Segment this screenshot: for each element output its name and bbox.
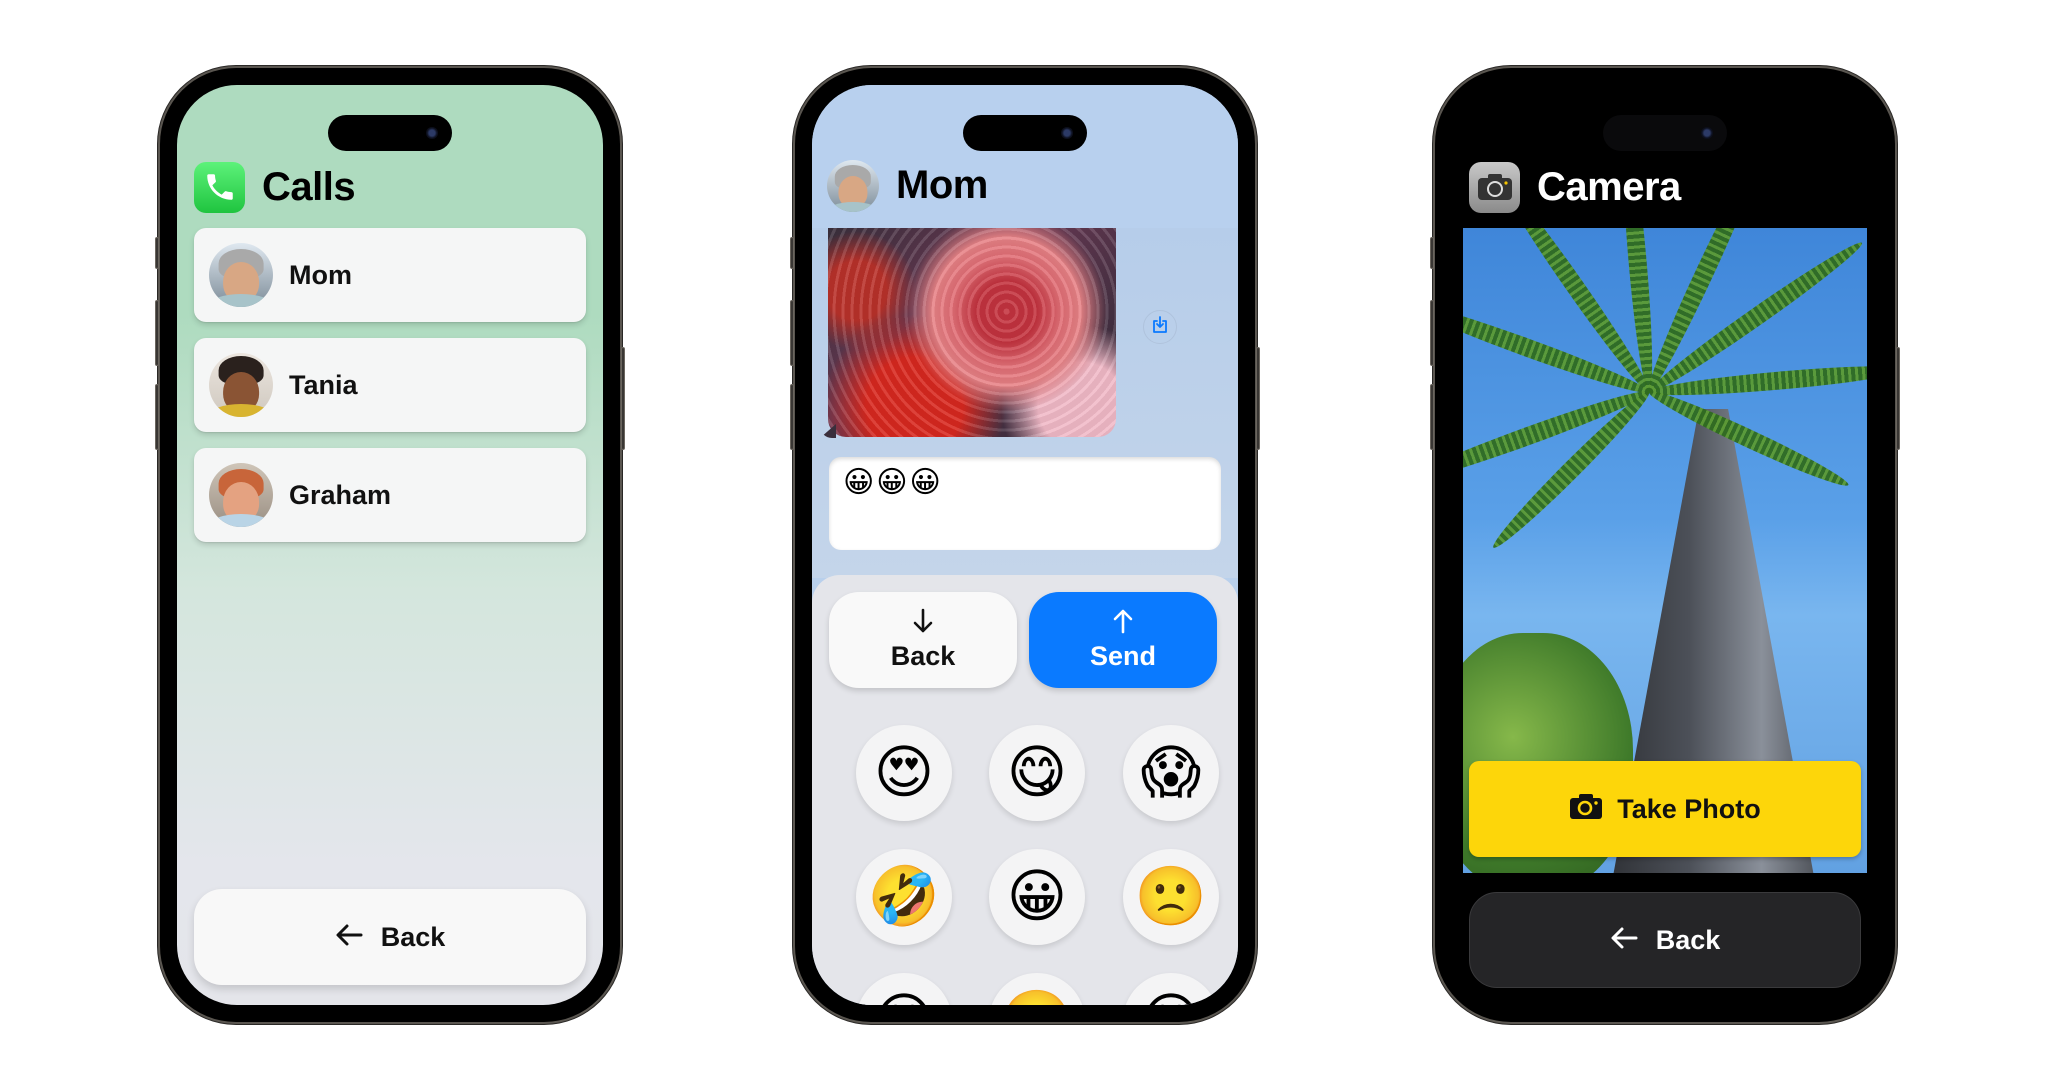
back-label: Back bbox=[890, 641, 956, 671]
calls-header: Calls bbox=[194, 161, 356, 213]
action-button bbox=[155, 237, 159, 269]
palm-frond bbox=[1645, 383, 1853, 493]
volume-up-button bbox=[155, 300, 159, 366]
phone-icon bbox=[194, 161, 245, 213]
front-camera-lens bbox=[1701, 127, 1713, 139]
emoji-key-row3-2[interactable]: 🙂 bbox=[989, 973, 1085, 1005]
volume-up-button bbox=[1430, 300, 1434, 366]
message-input[interactable]: 😀😀😀 bbox=[829, 457, 1221, 550]
contact-item-mom[interactable]: Mom bbox=[194, 228, 586, 322]
emoji-key-grinning[interactable]: 😀 bbox=[989, 849, 1085, 945]
power-button bbox=[1256, 347, 1260, 450]
emoji-key-frowning[interactable]: 🙁 bbox=[1123, 849, 1219, 945]
arrow-down-icon bbox=[913, 608, 933, 639]
contact-name: Mom bbox=[289, 259, 352, 290]
emoji-keyboard: Back Send 😍 😋 😱 🤣 😀 🙁 😁 🙂 😊 bbox=[812, 575, 1238, 1005]
back-label: Back bbox=[380, 921, 446, 952]
camera-header: Camera bbox=[1469, 161, 1681, 213]
contact-item-tania[interactable]: Tania bbox=[194, 338, 586, 432]
page-title: Calls bbox=[262, 164, 356, 209]
messages-screen: Mom 😀😀😀 Back Send 😍 😋 😱 🤣 😀 🙁 bbox=[812, 85, 1238, 1005]
volume-up-button bbox=[790, 300, 794, 366]
emoji-key-scream[interactable]: 😱 bbox=[1123, 725, 1219, 821]
save-to-photos-icon bbox=[1152, 315, 1168, 339]
volume-down-button bbox=[155, 384, 159, 450]
conversation-title: Mom bbox=[896, 163, 988, 207]
avatar-tania bbox=[209, 353, 273, 417]
take-photo-label: Take Photo bbox=[1617, 793, 1761, 824]
avatar-mom bbox=[209, 243, 273, 307]
arrow-up-icon bbox=[1113, 608, 1133, 639]
camera-screen: Camera Take Photo Back bbox=[1452, 85, 1878, 1005]
back-button[interactable]: Back bbox=[1469, 892, 1861, 988]
conversation-header: Mom bbox=[812, 85, 1238, 228]
emoji-key-rofl[interactable]: 🤣 bbox=[856, 849, 952, 945]
camera-icon bbox=[1469, 161, 1520, 213]
emoji-key-yum[interactable]: 😋 bbox=[989, 725, 1085, 821]
flower-bouquet-photo[interactable] bbox=[828, 228, 1116, 437]
calls-screen: Calls Mom Tania Graham Back bbox=[177, 85, 603, 1005]
dynamic-island bbox=[328, 115, 452, 151]
dynamic-island bbox=[963, 115, 1087, 151]
action-button bbox=[1430, 237, 1434, 269]
contact-name: Tania bbox=[289, 369, 358, 400]
volume-down-button bbox=[1430, 384, 1434, 450]
avatar-graham bbox=[209, 463, 273, 527]
back-button[interactable]: Back bbox=[829, 592, 1017, 688]
power-button bbox=[621, 347, 625, 450]
volume-down-button bbox=[790, 384, 794, 450]
emoji-key-heart-eyes[interactable]: 😍 bbox=[856, 725, 952, 821]
avatar-mom[interactable] bbox=[827, 160, 879, 212]
arrow-left-icon bbox=[335, 923, 363, 952]
send-label: Send bbox=[1089, 641, 1156, 671]
contact-name: Graham bbox=[289, 479, 392, 510]
back-button[interactable]: Back bbox=[194, 889, 586, 985]
phone-messages: Mom 😀😀😀 Back Send 😍 😋 😱 🤣 😀 🙁 bbox=[790, 68, 1260, 1022]
emoji-key-row3-1[interactable]: 😁 bbox=[856, 973, 952, 1005]
front-camera-lens bbox=[426, 127, 438, 139]
contact-list: Mom Tania Graham bbox=[194, 228, 586, 558]
save-to-photos-button[interactable] bbox=[1143, 310, 1177, 344]
back-label: Back bbox=[1655, 924, 1721, 955]
emoji-key-row3-3[interactable]: 😊 bbox=[1123, 973, 1219, 1005]
front-camera-lens bbox=[1061, 127, 1073, 139]
send-button[interactable]: Send bbox=[1029, 592, 1217, 688]
phone-calls: Calls Mom Tania Graham Back bbox=[155, 68, 625, 1022]
arrow-left-icon bbox=[1610, 926, 1638, 955]
action-button bbox=[790, 237, 794, 269]
contact-item-graham[interactable]: Graham bbox=[194, 448, 586, 542]
power-button bbox=[1896, 347, 1900, 450]
dynamic-island bbox=[1603, 115, 1727, 151]
camera-icon bbox=[1569, 793, 1603, 825]
take-photo-button[interactable]: Take Photo bbox=[1469, 761, 1861, 857]
phone-camera: Camera Take Photo Back bbox=[1430, 68, 1900, 1022]
page-title: Camera bbox=[1537, 164, 1681, 209]
